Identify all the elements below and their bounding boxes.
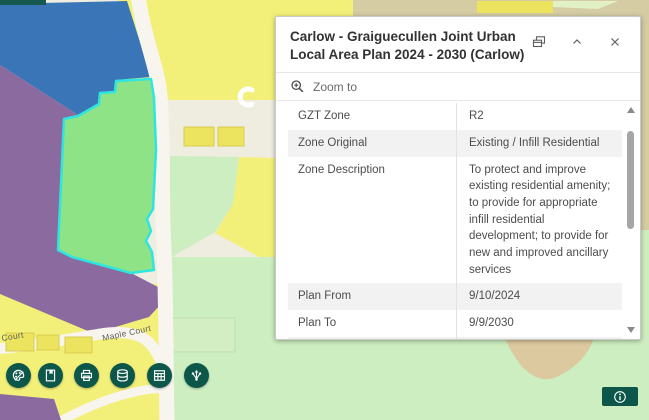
- zoom-to-label: Zoom to: [313, 80, 357, 94]
- zoom-in-icon: [290, 79, 305, 94]
- table-button[interactable]: [147, 363, 172, 388]
- field-row: Zone Description To protect and improve …: [288, 157, 622, 284]
- database-button[interactable]: [110, 363, 135, 388]
- building-top-right: [477, 1, 553, 13]
- popup-title: Carlow - Graiguecullen Joint Urban Local…: [290, 28, 542, 64]
- attribute-table: GZT Zone R2 Zone Original Existing / Inf…: [288, 103, 622, 339]
- zoom-to-action[interactable]: Zoom to: [276, 72, 640, 101]
- field-label: Zone Description: [288, 157, 456, 284]
- dock-icon[interactable]: [532, 35, 546, 49]
- field-value: Carlow - Graiguecullen Joint Urban Local…: [456, 337, 622, 339]
- field-label: Plan To: [288, 310, 456, 337]
- field-row: Zone Original Existing / Infill Resident…: [288, 130, 622, 157]
- popup-header: Carlow - Graiguecullen Joint Urban Local…: [276, 17, 640, 72]
- field-value: 9/10/2024: [456, 283, 622, 310]
- field-row: GZT Zone R2: [288, 103, 622, 130]
- close-icon[interactable]: [608, 35, 622, 49]
- popup-body: GZT Zone R2 Zone Original Existing / Inf…: [276, 101, 640, 339]
- field-label: Plan From: [288, 283, 456, 310]
- field-label: GZT Zone: [288, 103, 456, 130]
- parcel-outline: [173, 318, 235, 352]
- database-icon: [115, 368, 130, 383]
- field-row: Plan Name Carlow - Graiguecullen Joint U…: [288, 337, 622, 339]
- feature-popup: Carlow - Graiguecullen Joint Urban Local…: [275, 16, 641, 340]
- field-value: Existing / Infill Residential: [456, 130, 622, 157]
- field-row: Plan To 9/9/2030: [288, 310, 622, 337]
- field-row: Plan From 9/10/2024: [288, 283, 622, 310]
- field-label: Plan Name: [288, 337, 456, 339]
- scrollbar-track[interactable]: [624, 113, 638, 327]
- palette-icon: [11, 368, 26, 383]
- field-label: Zone Original: [288, 130, 456, 157]
- bookmark-button[interactable]: [38, 363, 63, 388]
- popup-scrollbar: [624, 103, 638, 335]
- collapse-icon[interactable]: [570, 35, 584, 49]
- share-button[interactable]: [184, 363, 209, 388]
- field-value: 9/9/2030: [456, 310, 622, 337]
- scroll-down-icon[interactable]: [627, 327, 635, 333]
- info-icon: [613, 390, 627, 404]
- table-icon: [152, 368, 167, 383]
- bookmark-icon: [43, 368, 58, 383]
- scrollbar-thumb[interactable]: [627, 131, 634, 229]
- field-value: To protect and improve existing resident…: [456, 157, 622, 284]
- print-button[interactable]: [74, 363, 99, 388]
- draw-palette-button[interactable]: [6, 363, 31, 388]
- top-left-strip: [0, 0, 46, 5]
- info-button[interactable]: [602, 387, 638, 406]
- field-value: R2: [456, 103, 622, 130]
- popup-header-actions: [532, 35, 622, 49]
- map-application: Court Maple Court: [0, 0, 649, 420]
- print-icon: [79, 368, 94, 383]
- share-icon: [189, 368, 204, 383]
